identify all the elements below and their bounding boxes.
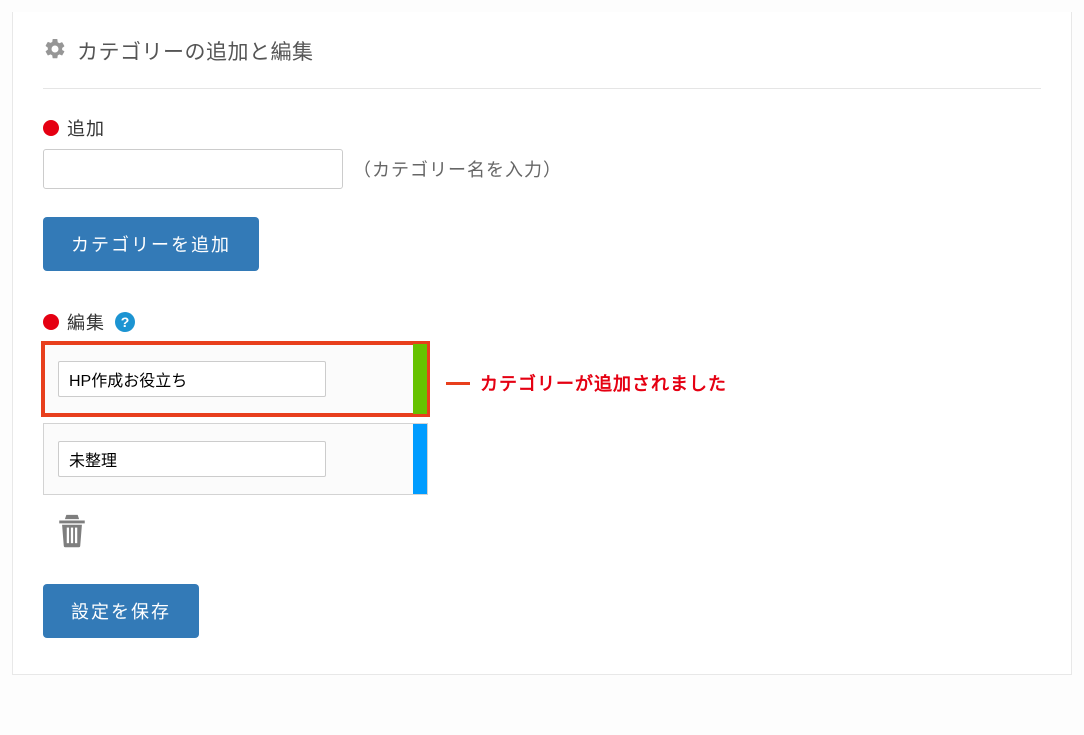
gear-icon [43,37,67,66]
bullet-icon [43,314,59,330]
edit-row-wrap [43,423,1041,503]
annotation-text: カテゴリーが追加されました [480,370,727,396]
edit-row-wrap: カテゴリーが追加されました [43,343,1041,423]
add-row: （カテゴリー名を入力） [43,149,1041,189]
add-section: 追加 （カテゴリー名を入力） カテゴリーを追加 [43,115,1041,271]
color-indicator [413,424,427,494]
color-indicator [413,344,427,414]
category-panel: カテゴリーの追加と編集 追加 （カテゴリー名を入力） カテゴリーを追加 編集 ? [12,12,1072,675]
category-item-input[interactable] [58,361,326,397]
bullet-icon [43,120,59,136]
category-item[interactable] [43,423,428,495]
category-item-input[interactable] [58,441,326,477]
panel-header: カテゴリーの追加と編集 [43,36,1041,89]
input-hint: （カテゴリー名を入力） [353,156,562,182]
add-section-label: 追加 [43,115,1041,141]
add-label-text: 追加 [67,115,105,141]
annotation-line-icon [446,382,470,385]
save-settings-button[interactable]: 設定を保存 [43,584,199,638]
edit-section: 編集 ? カテゴリーが追加されました [43,309,1041,638]
edit-list: カテゴリーが追加されました [43,343,1041,503]
edit-label-text: 編集 [67,309,105,335]
trash-dropzone[interactable] [55,509,1041,554]
category-name-input[interactable] [43,149,343,189]
panel-title: カテゴリーの追加と編集 [77,36,314,66]
add-category-button[interactable]: カテゴリーを追加 [43,217,259,271]
category-item[interactable] [43,343,428,415]
trash-icon [55,509,89,549]
help-icon[interactable]: ? [115,312,135,332]
annotation-callout: カテゴリーが追加されました [446,370,727,396]
edit-section-label: 編集 ? [43,309,1041,335]
